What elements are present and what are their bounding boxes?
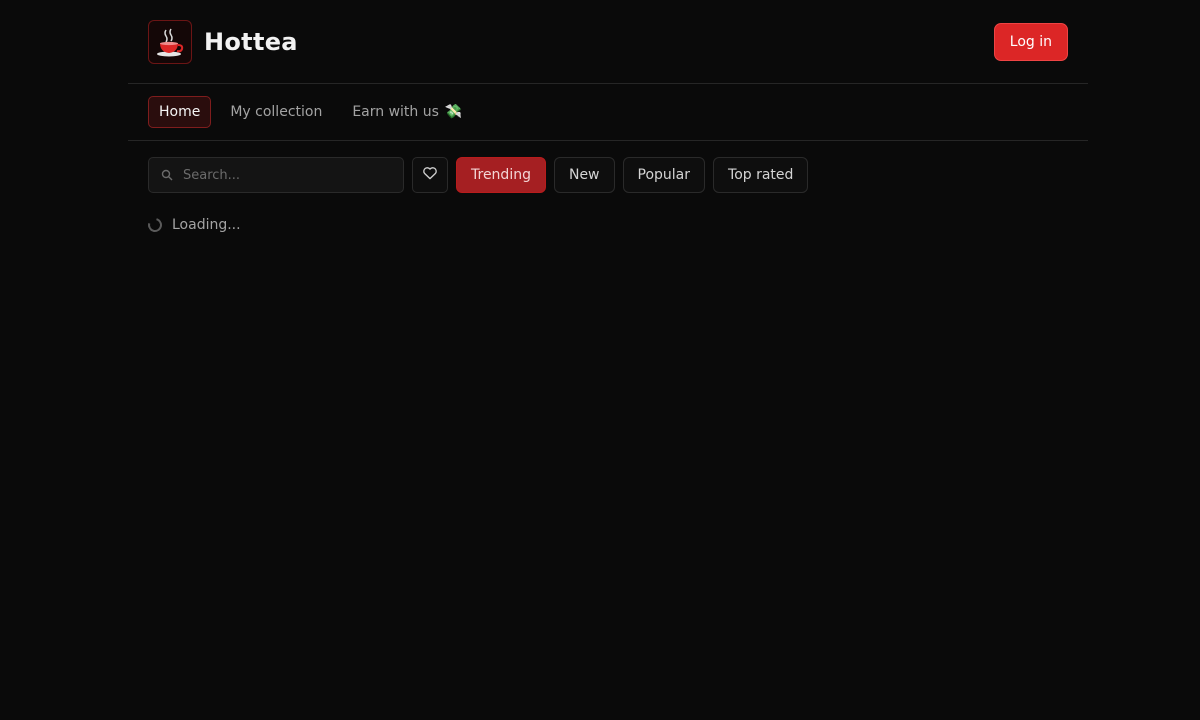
- filter-top-rated[interactable]: Top rated: [713, 157, 809, 193]
- login-button[interactable]: Log in: [993, 22, 1068, 61]
- search-box[interactable]: [148, 157, 404, 193]
- heart-icon: [422, 165, 438, 185]
- filter-toolbar: Trending New Popular Top rated: [128, 141, 1088, 193]
- coffee-cup-icon: [148, 19, 192, 64]
- app-header: Hottea Log in: [128, 0, 1088, 84]
- nav-item-my-collection[interactable]: My collection: [219, 96, 333, 128]
- main-nav: Home My collection Earn with us 💸: [128, 84, 1088, 141]
- nav-item-label: My collection: [230, 104, 323, 120]
- loading-text: Loading...: [172, 217, 241, 233]
- search-icon: [161, 166, 173, 185]
- brand-name: Hottea: [204, 27, 298, 56]
- nav-item-label: Home: [159, 104, 201, 120]
- filter-new[interactable]: New: [553, 157, 615, 193]
- filter-trending[interactable]: Trending: [456, 157, 546, 193]
- app-container: Hottea Log in Home My collection Earn wi…: [128, 0, 1088, 720]
- nav-item-earn-with-us[interactable]: Earn with us 💸: [341, 96, 473, 128]
- money-emoji-icon: 💸: [444, 104, 463, 120]
- favorites-button[interactable]: [412, 157, 448, 193]
- loading-indicator: Loading...: [128, 193, 1088, 235]
- filter-popular[interactable]: Popular: [622, 157, 706, 193]
- search-input[interactable]: [181, 166, 391, 184]
- spinner-icon: [145, 215, 165, 235]
- nav-item-home[interactable]: Home: [148, 96, 212, 128]
- nav-item-label: Earn with us: [352, 104, 439, 120]
- brand[interactable]: Hottea: [148, 19, 298, 64]
